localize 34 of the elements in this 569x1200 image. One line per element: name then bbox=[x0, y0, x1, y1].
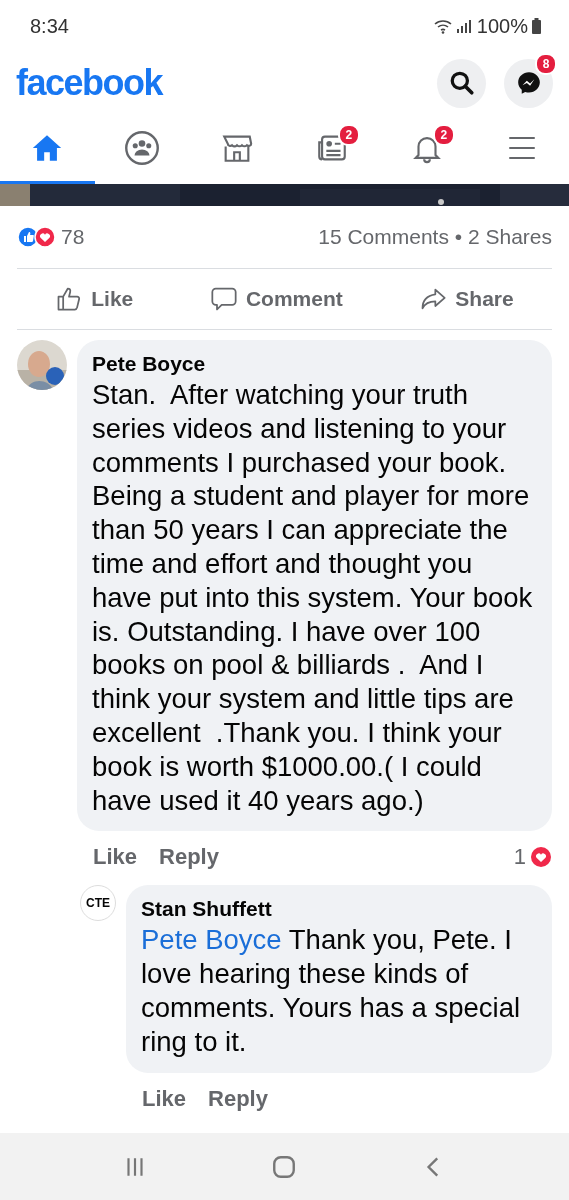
nav-tab[interactable]: 2 bbox=[379, 114, 475, 184]
battery-level: 100% bbox=[476, 14, 528, 38]
reaction-count: 1 bbox=[513, 844, 526, 871]
reply-link[interactable]: Reply bbox=[208, 1085, 268, 1112]
author-name[interactable]: Pete Boyce bbox=[92, 352, 538, 376]
mention-link[interactable]: Pete Boyce bbox=[141, 924, 282, 956]
messenger-icon bbox=[515, 70, 542, 96]
notification-badge: 2 bbox=[432, 124, 455, 146]
reactions-icon bbox=[17, 226, 57, 248]
comments-shares-count[interactable]: 15 Comments • 2 Shares bbox=[318, 225, 552, 249]
comment-button[interactable]: Comment bbox=[201, 281, 351, 317]
share-button[interactable]: Share bbox=[411, 281, 522, 317]
reaction-count: 78 bbox=[61, 225, 85, 249]
battery-icon bbox=[532, 18, 541, 34]
notification-badge: 8 bbox=[535, 52, 557, 75]
search-button[interactable] bbox=[437, 58, 486, 108]
like-button[interactable]: Like bbox=[47, 281, 142, 317]
facebook-logo: facebook bbox=[16, 62, 163, 104]
nav-tab[interactable]: 2 bbox=[284, 114, 380, 184]
clock-time: 8:34 bbox=[30, 14, 69, 38]
comment-text: Stan. After watching your truth series videos and listening to your comments I purchased your book. Being a student and player for more than 50 years I can appreciate the time and effort and thought you have put into this system. Your book is. Outstanding. I have over 100 books on pool & billiards . And I think your system and little tips are excellent .Thank you. I think your book is worth $1000.00.( I could have used it 40 years ago.) bbox=[92, 378, 534, 818]
like-link[interactable]: Like bbox=[142, 1085, 187, 1112]
group-icon bbox=[124, 129, 161, 166]
reply-link[interactable]: Reply bbox=[159, 844, 219, 871]
like-link[interactable]: Like bbox=[93, 844, 138, 871]
home-button-icon[interactable] bbox=[271, 1153, 298, 1180]
signal-icon bbox=[456, 19, 471, 33]
comment-text: Pete Boyce Thank you, Pete. I love hearing these kinds of comments. Yours has a special ring to it. bbox=[141, 923, 522, 1059]
wifi-icon bbox=[432, 18, 453, 34]
avatar-logo: CTE bbox=[80, 885, 116, 922]
speech-bubble-icon bbox=[209, 285, 238, 313]
notification-badge: 2 bbox=[337, 124, 360, 146]
author-name[interactable]: Stan Shuffett bbox=[141, 897, 538, 922]
search-icon bbox=[448, 70, 475, 96]
